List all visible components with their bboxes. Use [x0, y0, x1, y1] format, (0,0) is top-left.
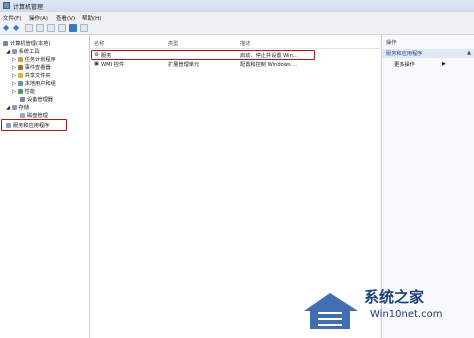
- forward-arrow-icon[interactable]: ◆: [13, 24, 21, 32]
- column-header-name[interactable]: 名称: [94, 40, 104, 47]
- tree-item-label: 本地用户和组: [24, 81, 56, 87]
- expand-arrow-icon[interactable]: ▷: [12, 89, 16, 95]
- tree-item-label: 共享文件夹: [24, 73, 51, 79]
- list-item-description: 配置和控制 Windows ...: [240, 62, 298, 68]
- disk-icon: [20, 113, 25, 118]
- tree-item-label: 设备管理器: [27, 97, 53, 103]
- tree-item-local-users-groups[interactable]: ▷ 本地用户和组: [12, 80, 56, 87]
- performance-icon: [17, 89, 23, 94]
- export-list-icon[interactable]: [47, 24, 55, 32]
- expand-arrow-icon[interactable]: ▷: [12, 57, 16, 63]
- menu-help[interactable]: 帮助(H): [82, 14, 101, 22]
- tree-item-label: 计算机管理(本地): [10, 41, 51, 47]
- menu-bar: 文件(F) 操作(A) 查看(V) 帮助(H): [0, 12, 474, 22]
- window-title: 计算机管理: [13, 4, 44, 11]
- tools-icon: [11, 49, 17, 54]
- actions-header: 操作: [386, 40, 397, 46]
- tree-item-device-manager[interactable]: 设备管理器: [20, 96, 53, 103]
- tree-item-event-viewer[interactable]: ▷ 事件查看器: [12, 64, 51, 71]
- task-scheduler-icon: [17, 57, 23, 62]
- tree-item-label: 性能: [24, 89, 36, 95]
- device-manager-icon: [20, 97, 25, 102]
- tree-item-label: 事件查看器: [24, 65, 51, 71]
- collapse-arrow-icon[interactable]: ◢: [6, 105, 10, 111]
- help-icon[interactable]: [69, 24, 77, 32]
- back-arrow-icon[interactable]: ◆: [3, 24, 11, 32]
- tree-item-system-tools[interactable]: ◢ 系统工具: [6, 48, 39, 55]
- users-icon: [17, 81, 23, 86]
- computer-management-icon: [3, 2, 10, 9]
- collapse-arrow-icon[interactable]: ◢: [6, 49, 10, 55]
- actions-section-label: 服务和应用程序: [386, 51, 423, 57]
- tree-item-shared-folders[interactable]: ▷ 共享文件夹: [12, 72, 51, 79]
- list-item-type: 扩展管理单元: [168, 62, 200, 68]
- event-viewer-icon: [17, 65, 23, 70]
- expand-arrow-icon[interactable]: ▷: [12, 81, 16, 87]
- highlight-box: [91, 50, 315, 60]
- tree-item-task-scheduler[interactable]: ▷ 任务计划程序: [12, 56, 56, 63]
- toolbar: ◆ ◆: [0, 22, 474, 35]
- show-hide-tree-icon[interactable]: [36, 24, 44, 32]
- menu-view[interactable]: 查看(V): [56, 14, 75, 22]
- tree-item-computer-management[interactable]: 计算机管理(本地): [3, 40, 50, 47]
- menu-file[interactable]: 文件(F): [3, 14, 21, 22]
- more-actions[interactable]: 更多操作 ▶: [394, 61, 446, 68]
- column-header-type[interactable]: 类型: [168, 40, 178, 47]
- tree-item-label: 系统工具: [18, 49, 40, 55]
- computer-icon: [3, 41, 8, 46]
- tree-item-label: 任务计划程序: [24, 57, 56, 63]
- list-item-name: WMI 控件: [101, 62, 125, 68]
- expand-arrow-icon[interactable]: ▷: [12, 73, 16, 79]
- highlight-box: [1, 119, 67, 131]
- tree-item-storage[interactable]: ◢ 存储: [6, 104, 29, 111]
- list-header: 名称 类型 描述: [90, 39, 380, 49]
- properties-icon[interactable]: [80, 24, 88, 32]
- navigation-tree: 计算机管理(本地) ◢ 系统工具 ▷ 任务计划程序 ▷ 事件查看器 ▷ 共享文件…: [0, 35, 90, 338]
- watermark-site: Win10net.com: [370, 309, 443, 320]
- tree-item-disk-management[interactable]: 磁盘管理: [20, 112, 48, 119]
- tree-item-performance[interactable]: ▷ 性能: [12, 88, 35, 95]
- menu-action[interactable]: 操作(A): [29, 14, 48, 22]
- storage-icon: [11, 105, 17, 110]
- up-level-icon[interactable]: [25, 24, 33, 32]
- submenu-arrow-icon: ▶: [442, 61, 446, 67]
- list-item[interactable]: ▣ WMI 控件 扩展管理单元 配置和控制 Windows ...: [90, 60, 380, 68]
- collapse-arrow-icon[interactable]: ▲: [467, 50, 471, 56]
- shared-folder-icon: [17, 73, 23, 78]
- column-header-description[interactable]: 描述: [240, 40, 250, 47]
- watermark-brand: 系统之家: [364, 288, 425, 306]
- actions-section-services-applications[interactable]: 服务和应用程序 ▲: [382, 49, 474, 58]
- expand-arrow-icon[interactable]: ▷: [12, 65, 16, 71]
- tree-item-label: 存储: [18, 105, 30, 111]
- refresh-icon[interactable]: [58, 24, 66, 32]
- wmi-control-icon: ▣: [94, 61, 99, 67]
- more-actions-label: 更多操作: [394, 62, 415, 68]
